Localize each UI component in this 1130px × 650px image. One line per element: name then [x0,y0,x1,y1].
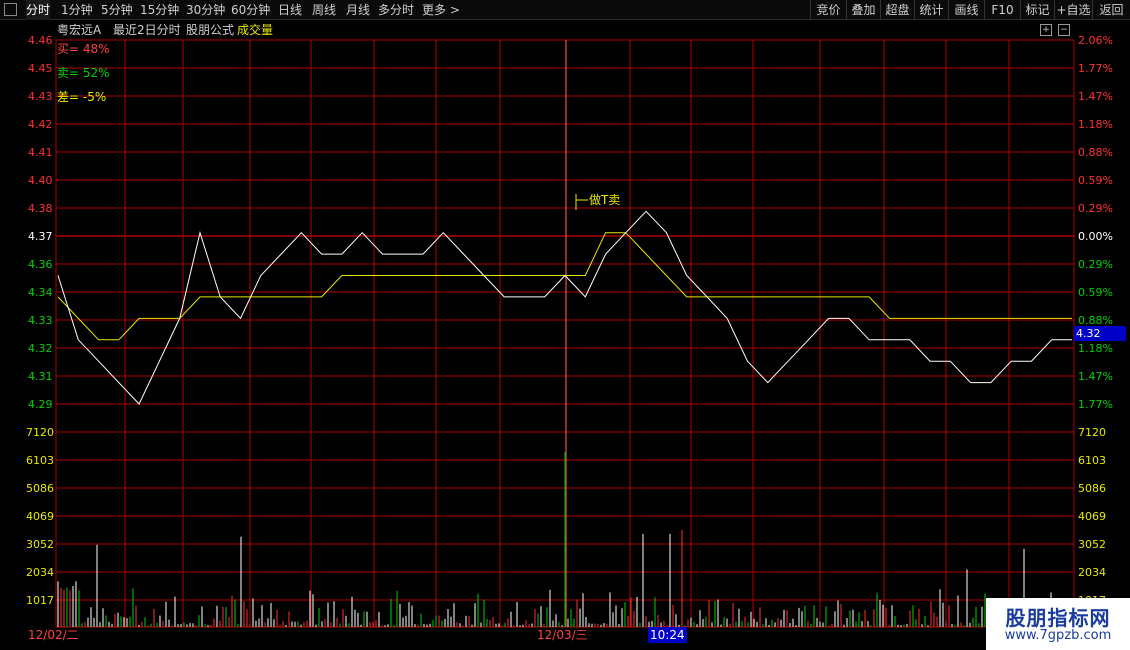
volume-axis-label: 3052 [1078,538,1106,551]
pct-axis-label: 1.18% [1078,342,1113,355]
pct-axis-label: 2.06% [1078,34,1113,47]
volume-axis-label: 7120 [26,426,54,439]
time-cursor-label: 10:24 [648,627,687,643]
price-axis-label: 4.36 [28,258,53,271]
sell-ratio: 卖= 52% [57,66,110,80]
diff-ratio: 差= -5% [57,90,107,104]
price-axis-label: 4.33 [28,314,53,327]
annotation-label: 做T卖 [589,192,620,207]
buy-ratio: 买= 48% [57,42,110,56]
price-axis-label: 4.32 [28,342,53,355]
watermark-title: 股朋指标网 [1005,606,1111,630]
volume-axis-label: 5086 [26,482,54,495]
price-axis-label: 4.43 [28,90,53,103]
volume-axis-label: 4069 [1078,510,1106,523]
volume-axis-label: 1017 [26,594,54,607]
price-axis-label: 4.31 [28,370,53,383]
volume-axis-label: 7120 [1078,426,1106,439]
pct-axis-label: 0.00% [1078,230,1113,243]
price-axis-label: 4.40 [28,174,53,187]
annotation-group: 做T卖 [575,192,620,210]
volume-axis-label: 4069 [26,510,54,523]
volume-bars [57,451,1070,627]
volume-axis-label: 2034 [26,566,54,579]
pct-axis-label: 1.47% [1078,370,1113,383]
price-axis-label: 4.45 [28,62,53,75]
pct-axis-label: 1.18% [1078,118,1113,131]
pct-axis-label: 0.88% [1078,146,1113,159]
watermark-url: www.7gpzb.com [1004,628,1112,643]
pct-axis-label: 1.77% [1078,62,1113,75]
volume-axis-label: 3052 [26,538,54,551]
pct-axis-label: 1.47% [1078,90,1113,103]
price-axis-label: 4.38 [28,202,53,215]
volume-axis-label: 6103 [26,454,54,467]
price-axis-label: 4.46 [28,34,53,47]
price-axis-label: 4.37 [28,230,53,243]
pct-axis-label: 0.59% [1078,174,1113,187]
volume-axis-label: 2034 [1078,566,1106,579]
volume-axis-label: 6103 [1078,454,1106,467]
price-axis-label: 4.41 [28,146,53,159]
price-axis-label: 4.34 [28,286,53,299]
pct-axis-label: 0.29% [1078,202,1113,215]
day1-label: 12/02/二 [28,628,79,642]
pct-axis-label: 0.29% [1078,258,1113,271]
watermark: 股朋指标网 www.7gpzb.com [986,598,1130,650]
average-price-line [57,232,1072,341]
day2-label: 12/03/三 [537,628,588,642]
volume-axis-label: 5086 [1078,482,1106,495]
price-axis-label: 4.42 [28,118,53,131]
current-price-tag: 4.32 [1074,326,1126,341]
price-line [57,210,1072,405]
price-axis-label: 4.29 [28,398,53,411]
chart-canvas: 4.46 4.45 4.43 4.42 4.41 4.40 4.38 4.37 4.36 4.34… [26,34,1113,628]
pct-axis-label: 0.59% [1078,286,1113,299]
pct-axis-label: 1.77% [1078,398,1113,411]
